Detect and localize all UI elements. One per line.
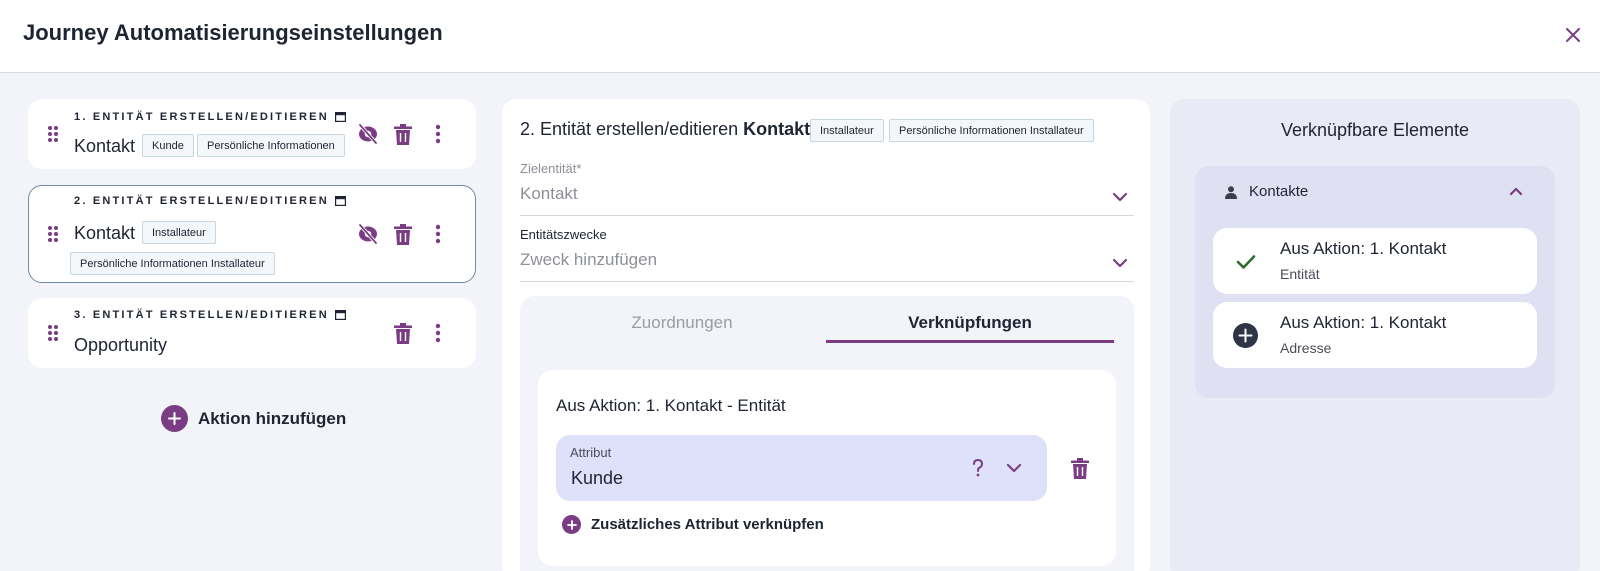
linkable-item[interactable]: Aus Aktion: 1. Kontakt Adresse (1213, 302, 1537, 368)
action-card-3[interactable]: 3. ENTITÄT ERSTELLEN/EDITIEREN Opportuni… (28, 298, 476, 368)
calendar-icon (334, 112, 346, 122)
dialog-header: Journey Automatisierungseinstellungen (0, 0, 1600, 73)
chevron-up-icon (1509, 187, 1523, 196)
tag-kunde: Kunde (142, 134, 194, 157)
detail-tag-installateur: Installateur (810, 119, 884, 142)
chevron-down-icon[interactable] (1111, 257, 1129, 269)
more-options-button[interactable] (426, 122, 450, 146)
linkable-item-title: Aus Aktion: 1. Kontakt (1280, 239, 1447, 258)
delete-attribute-button[interactable] (1068, 456, 1092, 480)
accordion-header[interactable]: Kontakte (1195, 166, 1555, 218)
chevron-down-icon[interactable] (1005, 462, 1023, 474)
attribute-value: Kunde (571, 468, 624, 488)
more-vertical-icon (435, 323, 441, 343)
trash-icon (1071, 457, 1089, 479)
trash-icon (394, 123, 412, 145)
attribute-label: Attribut (570, 445, 612, 460)
accordion-kontakte: Kontakte Aus Aktion: 1. Kontakt Entität … (1195, 166, 1555, 398)
linkable-elements-title: Verknüpfbare Elemente (1280, 120, 1470, 140)
drag-handle-icon[interactable] (47, 225, 59, 243)
action-name: Kontakt (74, 223, 136, 243)
action-detail-panel: 2. Entität erstellen/editieren Kontakt I… (502, 99, 1150, 571)
chevron-down-icon[interactable] (1111, 191, 1129, 203)
add-attribute-label: Zusätzliches Attribut verknüpfen (591, 516, 824, 533)
target-entity-label: Zielentität* (520, 161, 582, 176)
linkable-item-subtitle: Entität (1280, 266, 1320, 282)
add-attribute-button[interactable]: Zusätzliches Attribut verknüpfen (562, 515, 824, 534)
linkable-item-subtitle: Adresse (1280, 340, 1332, 356)
tag-persoenliche-informationen-installateur: Persönliche Informationen Installateur (70, 252, 275, 275)
eye-off-icon (358, 123, 378, 145)
more-options-button[interactable] (426, 222, 450, 246)
calendar-icon (334, 310, 346, 320)
action-step-label: 3. ENTITÄT ERSTELLEN/EDITIEREN (74, 309, 346, 321)
target-entity-select[interactable]: Kontakt (520, 184, 578, 204)
detail-title: 2. Entität erstellen/editieren Kontakt (520, 119, 811, 139)
more-vertical-icon (435, 224, 441, 244)
purposes-label: Entitätszwecke (520, 227, 607, 242)
active-tab-indicator (826, 340, 1114, 343)
link-title: Aus Aktion: 1. Kontakt - Entität (556, 396, 786, 415)
more-vertical-icon (435, 124, 441, 144)
close-button[interactable] (1562, 24, 1584, 46)
linkable-elements-panel: Verknüpfbare Elemente Kontakte Aus Aktio… (1170, 99, 1580, 571)
action-step-label: 2. ENTITÄT ERSTELLEN/EDITIEREN (74, 195, 346, 207)
tab-verknuepfungen[interactable]: Verknüpfungen (826, 306, 1114, 340)
visibility-off-button[interactable] (356, 122, 380, 146)
linkable-item-title: Aus Aktion: 1. Kontakt (1280, 313, 1447, 332)
delete-button[interactable] (391, 321, 415, 345)
trash-icon (394, 322, 412, 344)
detail-tag-persoenliche-informationen-installateur: Persönliche Informationen Installateur (889, 119, 1094, 142)
plus-circle-icon (562, 515, 581, 534)
delete-button[interactable] (391, 222, 415, 246)
dialog-title: Journey Automatisierungseinstellungen (23, 20, 443, 45)
action-step-label: 1. ENTITÄT ERSTELLEN/EDITIEREN (74, 111, 346, 123)
help-icon[interactable] (972, 459, 984, 477)
person-icon (1225, 186, 1237, 199)
check-icon (1233, 249, 1258, 274)
tab-zuordnungen[interactable]: Zuordnungen (538, 306, 826, 340)
action-card-1[interactable]: 1. ENTITÄT ERSTELLEN/EDITIEREN Kontakt K… (28, 99, 476, 169)
purposes-select[interactable]: Zweck hinzufügen (520, 250, 657, 270)
accordion-title: Kontakte (1249, 183, 1309, 200)
trash-icon (394, 223, 412, 245)
action-card-2[interactable]: 2. ENTITÄT ERSTELLEN/EDITIEREN Kontakt I… (28, 185, 476, 283)
link-card: Aus Aktion: 1. Kontakt - Entität Attribu… (538, 370, 1116, 566)
tag-installateur: Installateur (142, 221, 216, 244)
add-action-button[interactable]: Aktion hinzufügen (161, 405, 346, 432)
field-divider (520, 281, 1134, 282)
tag-persoenliche-informationen: Persönliche Informationen (197, 134, 345, 157)
add-action-label: Aktion hinzufügen (198, 408, 347, 428)
more-options-button[interactable] (426, 321, 450, 345)
eye-off-icon (358, 223, 378, 245)
action-name: Opportunity (74, 335, 168, 355)
add-circle-icon (1233, 323, 1258, 348)
tabs-container: Zuordnungen Verknüpfungen Aus Aktion: 1.… (520, 296, 1134, 571)
drag-handle-icon[interactable] (47, 324, 59, 342)
delete-button[interactable] (391, 122, 415, 146)
drag-handle-icon[interactable] (47, 125, 59, 143)
attribute-select[interactable]: Attribut Kunde (556, 435, 1047, 501)
close-icon (1566, 28, 1580, 42)
field-divider (520, 215, 1134, 216)
action-name: Kontakt (74, 136, 136, 156)
visibility-off-button[interactable] (356, 222, 380, 246)
plus-circle-icon (161, 405, 188, 432)
calendar-icon (334, 196, 346, 206)
linkable-item[interactable]: Aus Aktion: 1. Kontakt Entität (1213, 228, 1537, 294)
